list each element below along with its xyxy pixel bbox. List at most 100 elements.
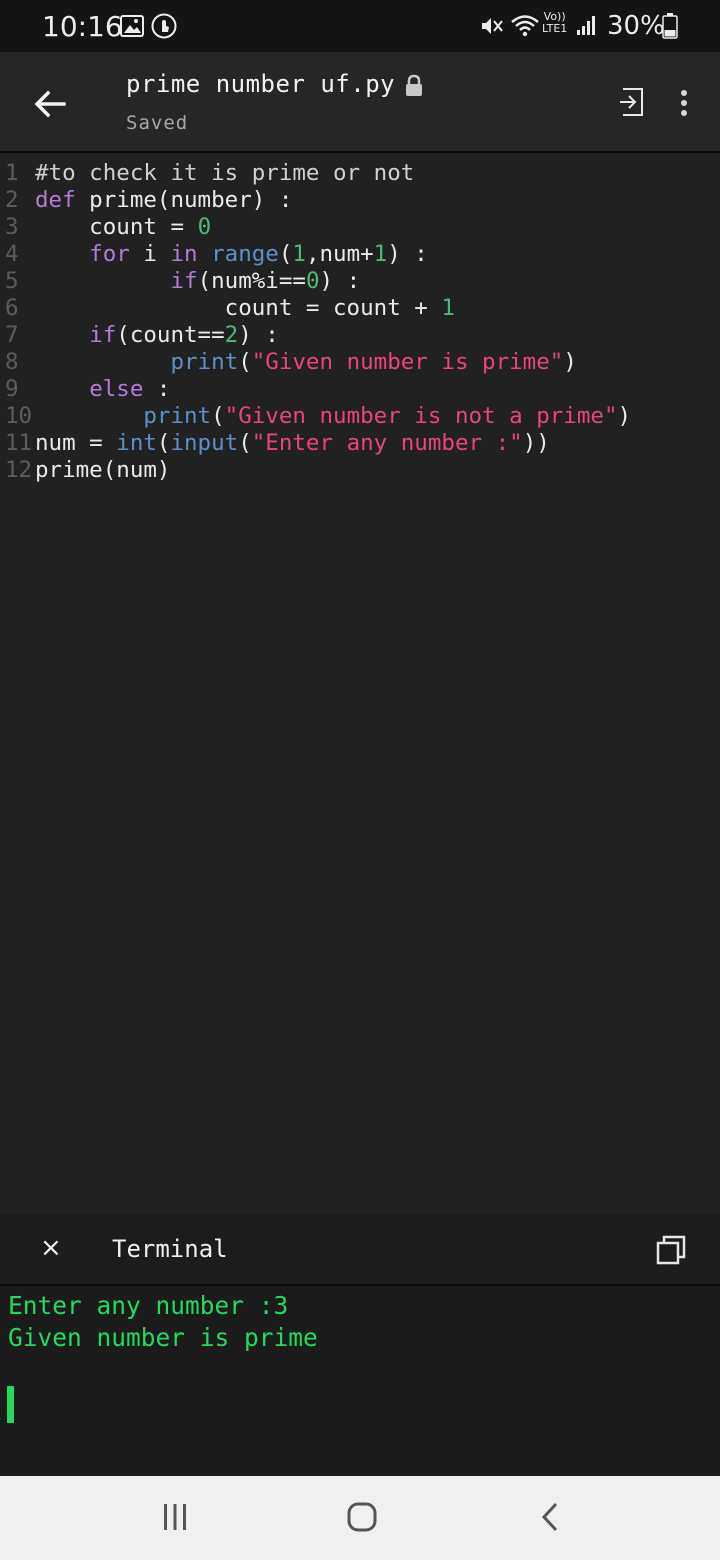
code-token: 1	[292, 241, 306, 267]
touch-icon	[151, 13, 177, 39]
code-token: ,num+	[305, 241, 374, 267]
line-number: 7	[5, 322, 19, 348]
code-token: 0	[197, 214, 212, 240]
code-token: range	[211, 241, 279, 267]
terminal-output[interactable]: Enter any number :3 Given number is prim…	[0, 1286, 720, 1476]
code-token: (	[238, 349, 252, 375]
terminal-title: Terminal	[112, 1235, 228, 1263]
terminal-line: Enter any number :3	[8, 1291, 289, 1320]
code-line[interactable]: 12 prime(num)	[0, 457, 631, 484]
volte-icon: Vo)) LTE1	[542, 10, 568, 35]
code-line[interactable]: 1 #to check it is prime or not	[0, 160, 631, 187]
code-token: (	[238, 430, 252, 456]
code-token: 1	[373, 241, 388, 267]
status-time: 10:16	[42, 10, 123, 43]
line-number: 6	[5, 295, 19, 321]
code-lines[interactable]: 1 #to check it is prime or not 2 def prime(…	[0, 160, 631, 484]
code-token: 1	[441, 295, 455, 321]
run-icon[interactable]	[619, 88, 645, 116]
code-token: in	[170, 241, 198, 267]
home-icon[interactable]	[346, 1501, 378, 1533]
code-token: count = count +	[35, 295, 442, 321]
code-token: #to check it is prime or not	[35, 160, 415, 186]
back-icon[interactable]	[538, 1502, 562, 1532]
code-token: :	[143, 376, 171, 402]
code-token: if	[89, 322, 117, 348]
code-token: num =	[35, 430, 117, 456]
code-line[interactable]: 4 for i in range(1,num+1) :	[0, 241, 631, 268]
lock-icon	[406, 74, 422, 96]
code-editor[interactable]: 1 #to check it is prime or not 2 def prime(…	[0, 153, 720, 1215]
code-token: (	[211, 403, 225, 429]
code-line[interactable]: 5 if(num%i==0) :	[0, 268, 631, 295]
copy-icon[interactable]	[656, 1235, 686, 1265]
code-token: i	[129, 241, 171, 267]
code-line[interactable]: 10 print("Given number is not a prime")	[0, 403, 631, 430]
back-arrow-icon[interactable]	[30, 84, 70, 124]
code-token: 2	[224, 322, 239, 348]
code-token: (num%i==	[197, 268, 306, 294]
line-number: 3	[5, 214, 19, 240]
code-token: ))	[522, 430, 550, 456]
code-token: if	[170, 268, 198, 294]
more-vert-icon[interactable]	[680, 90, 688, 116]
code-token: "Enter any number :"	[251, 430, 523, 456]
code-token: )	[617, 403, 632, 429]
wifi-icon	[511, 15, 539, 37]
code-token: 0	[305, 268, 320, 294]
code-token: ) :	[387, 241, 428, 267]
code-token: (count==	[116, 322, 225, 348]
line-number: 5	[5, 268, 19, 294]
code-token: (	[156, 430, 171, 456]
gallery-icon	[120, 15, 144, 37]
terminal-close-button[interactable]: ×	[40, 1233, 62, 1263]
code-token: input	[170, 430, 239, 456]
mute-icon	[482, 18, 503, 34]
code-token: ) :	[238, 322, 279, 348]
file-title: prime number uf.py	[126, 70, 396, 98]
line-number: 12	[5, 457, 33, 483]
line-number: 8	[5, 349, 19, 375]
code-line[interactable]: 8 print("Given number is prime")	[0, 349, 631, 376]
line-number: 11	[5, 430, 33, 456]
code-token: count =	[35, 214, 198, 240]
line-number: 9	[5, 376, 19, 402]
code-token: prime(number) :	[75, 187, 293, 213]
terminal-cursor[interactable]	[7, 1386, 14, 1423]
code-line[interactable]: 2 def prime(number) :	[0, 187, 631, 214]
code-token: def	[35, 187, 76, 213]
line-number: 2	[5, 187, 19, 213]
network-type: LTE1	[542, 22, 568, 35]
code-token: print	[143, 403, 212, 429]
code-line[interactable]: 7 if(count==2) :	[0, 322, 631, 349]
code-line[interactable]: 11 num = int(input("Enter any number :"))	[0, 430, 631, 457]
code-token: int	[116, 430, 157, 456]
code-line[interactable]: 9 else :	[0, 376, 631, 403]
signal-icon	[577, 16, 595, 35]
system-nav-bar	[0, 1476, 720, 1560]
code-token: ) :	[319, 268, 361, 294]
line-number: 1	[5, 160, 19, 186]
battery-percent: 30%	[607, 11, 665, 41]
code-token: for	[89, 241, 130, 267]
code-line[interactable]: 3 count = 0	[0, 214, 631, 241]
code-token: "Given number is not a prime"	[224, 403, 618, 429]
save-status: Saved	[126, 112, 189, 134]
recent-apps-icon[interactable]	[160, 1502, 190, 1532]
code-line[interactable]: 6 count = count + 1	[0, 295, 631, 322]
code-token: prime(num)	[35, 457, 171, 483]
app-header: prime number uf.py Saved	[0, 52, 720, 153]
code-token: print	[170, 349, 239, 375]
terminal-line: Given number is prime	[8, 1323, 318, 1352]
battery-icon	[662, 13, 678, 39]
code-token: else	[89, 376, 144, 402]
code-token: (	[278, 241, 293, 267]
line-number: 4	[5, 241, 19, 267]
code-token: )	[563, 349, 577, 375]
